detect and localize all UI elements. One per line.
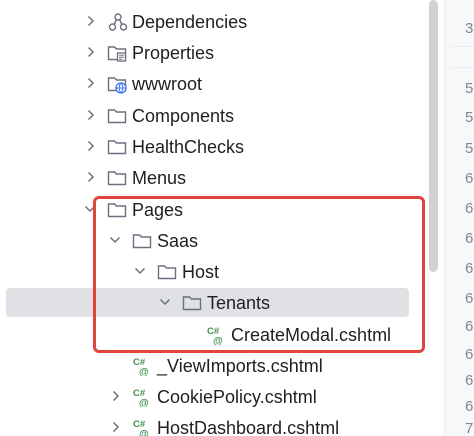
tree-item-label: _ViewImports.cshtml bbox=[157, 356, 323, 376]
chevron-down-icon[interactable] bbox=[109, 234, 121, 246]
line-number: 5 bbox=[465, 80, 474, 97]
chevron-down-icon[interactable] bbox=[159, 296, 171, 308]
svg-text:@: @ bbox=[139, 367, 149, 376]
line-number: 6 bbox=[465, 170, 474, 187]
chevron-right-icon[interactable] bbox=[85, 140, 97, 152]
tree-item-label: Menus bbox=[132, 168, 187, 188]
tree-item-label: CookiePolicy.cshtml bbox=[157, 387, 317, 407]
svg-text:@: @ bbox=[139, 398, 149, 407]
line-number: 6 bbox=[465, 398, 474, 415]
tree-item-dependencies[interactable]: Dependencies bbox=[0, 6, 430, 37]
tree-item-pages[interactable]: Pages bbox=[0, 194, 430, 225]
folder-icon bbox=[107, 203, 127, 218]
chevron-down-icon[interactable] bbox=[84, 203, 96, 215]
properties-folder-icon bbox=[107, 46, 127, 62]
line-number: 5 bbox=[465, 109, 474, 126]
csharp-razor-file-icon: C# @ bbox=[207, 326, 223, 345]
tree-item-cookiepolicy-cshtml[interactable]: C# @ CookiePolicy.cshtml bbox=[0, 381, 430, 412]
line-number: 6 bbox=[465, 318, 474, 335]
solution-explorer-tree: Dependencies Properties wwwroot Componen… bbox=[0, 0, 430, 436]
gutter-separator bbox=[451, 46, 474, 47]
chevron-right-icon[interactable] bbox=[85, 46, 97, 58]
tree-item-wwwroot[interactable]: wwwroot bbox=[0, 68, 430, 99]
chevron-right-icon[interactable] bbox=[85, 77, 97, 89]
editor-gutter: 3 5 5 5 6 6 6 6 6 6 6 6 6 7 bbox=[444, 0, 474, 436]
tree-item-properties[interactable]: Properties bbox=[0, 37, 430, 68]
tree-item-label: Components bbox=[132, 106, 235, 126]
line-number: 6 bbox=[465, 346, 474, 363]
chevron-right-icon[interactable] bbox=[85, 109, 97, 121]
line-number: 6 bbox=[465, 200, 474, 217]
gutter-separator bbox=[451, 67, 474, 68]
dependencies-icon bbox=[108, 13, 128, 31]
tree-item-label: Saas bbox=[157, 231, 199, 251]
svg-text:@: @ bbox=[213, 336, 223, 345]
folder-icon bbox=[107, 140, 127, 155]
chevron-down-icon[interactable] bbox=[134, 265, 146, 277]
tree-item-components[interactable]: Components bbox=[0, 100, 430, 131]
folder-icon bbox=[132, 234, 152, 249]
line-number: 6 bbox=[465, 230, 474, 247]
tree-item-label: CreateModal.cshtml bbox=[231, 325, 392, 345]
tree-item-label: HealthChecks bbox=[132, 137, 245, 157]
tree-item-label: HostDashboard.cshtml bbox=[157, 418, 340, 436]
chevron-right-icon[interactable] bbox=[110, 390, 122, 402]
chevron-right-icon[interactable] bbox=[85, 171, 97, 183]
tree-item-label: Tenants bbox=[207, 293, 271, 313]
scrollbar-thumb[interactable] bbox=[429, 0, 438, 272]
tree-item-healthchecks[interactable]: HealthChecks bbox=[0, 131, 430, 162]
line-number: 6 bbox=[465, 260, 474, 277]
tree-item-tenants[interactable]: Tenants bbox=[0, 287, 430, 318]
tree-item-createmodal-cshtml[interactable]: C# @ CreateModal.cshtml bbox=[0, 319, 430, 350]
line-number: 7 bbox=[465, 420, 474, 436]
line-number: 6 bbox=[465, 290, 474, 307]
tree-item-hostdashboard-cshtml[interactable]: C# @ HostDashboard.cshtml bbox=[0, 412, 430, 436]
tree-item-label: wwwroot bbox=[132, 74, 203, 94]
line-number: 3 bbox=[465, 20, 474, 37]
line-number: 6 bbox=[465, 372, 474, 389]
folder-icon bbox=[157, 265, 177, 280]
tree-item-host[interactable]: Host bbox=[0, 256, 430, 287]
folder-icon bbox=[182, 296, 202, 311]
tree-item-viewimports-cshtml[interactable]: C# @ _ViewImports.cshtml bbox=[0, 350, 430, 381]
tree-item-saas[interactable]: Saas bbox=[0, 225, 430, 256]
tree-item-menus[interactable]: Menus bbox=[0, 162, 430, 193]
tree-item-label: Host bbox=[182, 262, 220, 282]
line-number: 5 bbox=[465, 140, 474, 157]
csharp-razor-file-icon: C# @ bbox=[133, 357, 149, 376]
folder-icon bbox=[107, 171, 127, 186]
tree-item-label: Properties bbox=[132, 43, 215, 63]
chevron-right-icon[interactable] bbox=[85, 15, 97, 27]
tree-item-label: Pages bbox=[132, 200, 184, 220]
csharp-razor-file-icon: C# @ bbox=[133, 388, 149, 407]
web-folder-icon bbox=[107, 77, 127, 94]
folder-icon bbox=[107, 109, 127, 124]
chevron-right-icon[interactable] bbox=[110, 421, 122, 433]
tree-item-label: Dependencies bbox=[132, 12, 248, 32]
svg-text:@: @ bbox=[139, 429, 149, 436]
csharp-razor-file-icon: C# @ bbox=[133, 419, 149, 436]
